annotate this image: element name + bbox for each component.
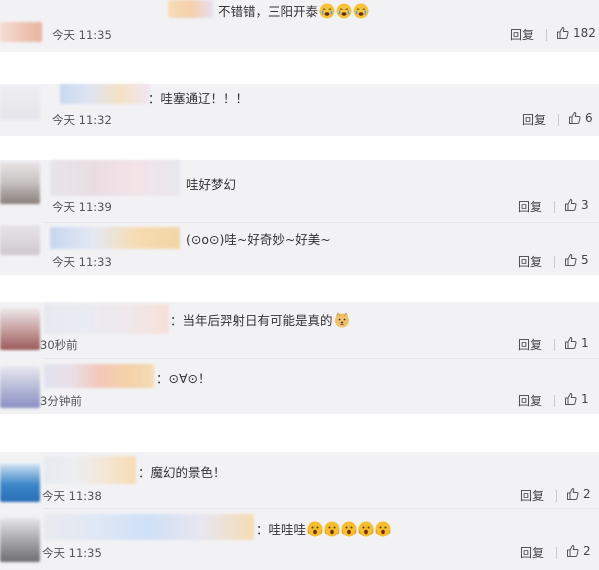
shocked-face-icon [358,521,374,542]
comment-time: 今天 11:35 [42,546,102,560]
thumbs-up-icon [564,336,578,350]
crying-face-icon [319,3,335,24]
like-count: 3 [581,198,589,212]
comment-card: ：当年后羿射日有可能是真的 30秒前 回复 1 ：⊙∀⊙！ 3分钟前 回复 1 [0,302,599,414]
doge-face-icon [334,312,350,333]
like-count: 182 [573,26,596,40]
action-divider [554,201,555,213]
comment-time: 今天 11:33 [52,255,112,269]
blurred-username [50,227,180,249]
like-count: 1 [581,336,589,350]
like-count: 2 [583,487,591,501]
comment-time: 今天 11:38 [42,489,102,503]
thumbs-up-icon [568,111,582,125]
like-button[interactable]: 2 [566,544,591,558]
like-button[interactable]: 1 [564,336,589,350]
shocked-face-icon [375,521,391,542]
crying-face-icon [353,3,369,24]
like-count: 6 [585,111,593,125]
shocked-face-icon [341,521,357,542]
comment-text: 不错错，三阳开泰 [218,3,369,24]
action-divider [546,29,547,41]
comment-card: 哇好梦幻 今天 11:39 回复 3 (⊙o⊙)哇~好奇妙~好美~ 今天 11:… [0,160,599,275]
comment-card: ：魔幻的景色！ 今天 11:38 回复 2 ：哇哇哇 今天 11:35 回复 2 [0,452,599,570]
comment-divider [44,222,599,223]
comment-text: ：哇塞通辽！！！ [148,91,249,106]
comment-card: 不错错，三阳开泰 今天 11:35 回复 182 [0,0,599,52]
comment-text: ：⊙∀⊙！ [156,371,211,386]
comment-time: 30秒前 [40,338,78,352]
comment-divider [44,508,599,509]
shocked-face-icon [307,521,323,542]
thumbs-up-icon [564,198,578,212]
comment-divider [44,358,599,359]
blurred-avatar [0,22,42,42]
blurred-avatar [0,366,40,408]
like-button[interactable]: 5 [564,253,589,267]
thumbs-up-icon [566,544,580,558]
blurred-username [168,0,213,18]
comment-time: 今天 11:35 [52,28,112,42]
like-button[interactable]: 182 [556,26,596,40]
reply-button[interactable]: 回复 [520,545,544,561]
comment-text: ：当年后羿射日有可能是真的 [170,312,350,333]
blurred-username [50,160,180,196]
comment-time: 3分钟前 [40,394,82,408]
comment-time: 今天 11:39 [52,200,112,214]
like-count: 5 [581,253,589,267]
reply-button[interactable]: 回复 [518,337,542,353]
action-divider [558,114,559,126]
blurred-username [44,456,136,484]
blurred-username [44,304,169,334]
comment-text: ：魔幻的景色！ [138,465,226,480]
comment-card: ：哇塞通辽！！！ 今天 11:32 回复 6 [0,84,599,136]
shocked-face-icon [324,521,340,542]
blurred-avatar [0,518,40,562]
like-button[interactable]: 3 [564,198,589,212]
thumbs-up-icon [564,392,578,406]
blurred-username [44,364,154,388]
crying-face-icon [336,3,352,24]
comment-text: 哇好梦幻 [186,177,237,192]
like-button[interactable]: 1 [564,392,589,406]
blurred-username [44,514,254,540]
reply-button[interactable]: 回复 [520,488,544,504]
reply-button[interactable]: 回复 [518,393,542,409]
blurred-avatar [0,464,40,502]
like-count: 2 [583,544,591,558]
blurred-avatar [0,308,40,350]
reply-button[interactable]: 回复 [518,199,542,215]
action-divider [556,547,557,559]
action-divider [554,256,555,268]
thumbs-up-icon [564,253,578,267]
blurred-avatar [0,225,40,255]
reply-button[interactable]: 回复 [518,254,542,270]
thumbs-up-icon [566,487,580,501]
thumbs-up-icon [556,26,570,40]
like-count: 1 [581,392,589,406]
reply-button[interactable]: 回复 [510,27,534,43]
action-divider [556,490,557,502]
blurred-avatar [0,162,40,204]
reply-button[interactable]: 回复 [522,112,546,128]
action-divider [554,395,555,407]
like-button[interactable]: 2 [566,487,591,501]
comment-text: (⊙o⊙)哇~好奇妙~好美~ [186,232,331,247]
action-divider [554,339,555,351]
comment-time: 今天 11:32 [52,113,112,127]
blurred-username [60,84,150,104]
comment-text: ：哇哇哇 [256,521,391,542]
blurred-avatar [0,86,40,120]
like-button[interactable]: 6 [568,111,593,125]
